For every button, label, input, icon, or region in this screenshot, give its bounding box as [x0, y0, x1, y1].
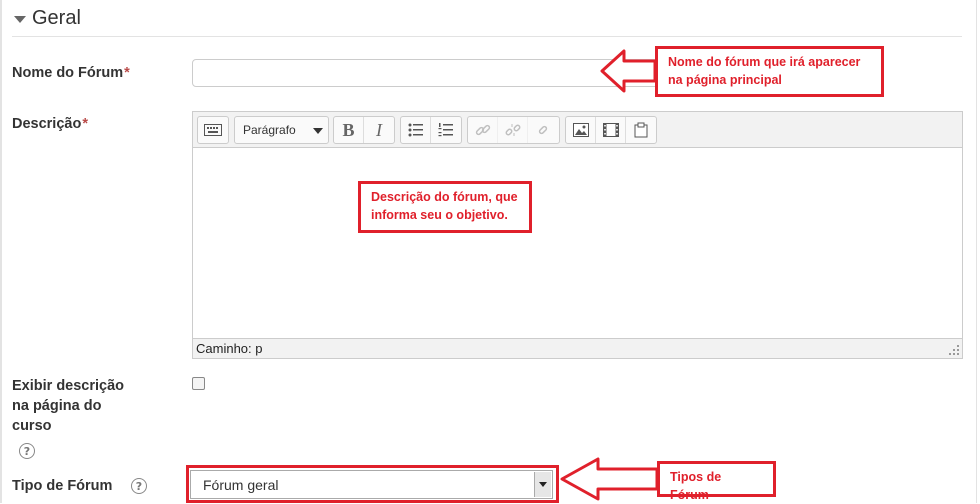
numbered-list-icon [438, 123, 453, 137]
italic-button[interactable]: I [364, 117, 394, 143]
toolbar-group-links [467, 116, 560, 144]
anchor-button[interactable] [528, 117, 558, 143]
description-annotation-line1: Descrição do fórum, que [371, 190, 518, 204]
anchor-icon [538, 125, 548, 135]
section-divider [12, 36, 962, 37]
bullet-list-icon [408, 123, 423, 137]
name-annotation-line1: Nome do fórum que irá aparecer [668, 55, 861, 69]
toolbar-group-toggle [197, 116, 229, 144]
show-description-checkbox[interactable] [192, 377, 205, 390]
media-button[interactable] [596, 117, 626, 143]
paste-button[interactable] [626, 117, 656, 143]
forum-type-label: Tipo de Fórum [12, 478, 113, 494]
resize-handle-icon[interactable] [948, 344, 960, 356]
name-annotation: Nome do fórum que irá aparecer na página… [655, 46, 884, 97]
forum-name-label-text: Nome do Fórum [12, 65, 124, 81]
bold-button[interactable]: B [334, 117, 364, 143]
description-annotation: Descrição do fórum, que informa seu o ob… [358, 181, 532, 233]
editor-toolbar: Parágrafo B I [193, 112, 962, 148]
bullet-list-button[interactable] [401, 117, 431, 143]
keyboard-icon[interactable] [198, 117, 228, 143]
required-mark: * [82, 116, 88, 132]
show-description-label: Exibir descrição na página do curso [12, 376, 124, 436]
description-annotation-line2: informa seu o objetivo. [371, 208, 508, 222]
media-icon [602, 123, 619, 137]
editor-status-bar: Caminho: p [193, 338, 962, 358]
link-icon [475, 124, 490, 136]
required-mark: * [124, 65, 130, 81]
section-title: Geral [32, 6, 81, 29]
forum-name-label: Nome do Fórum* [12, 63, 130, 83]
editor-path: Caminho: p [196, 341, 263, 356]
left-border [0, 0, 2, 503]
section-header-geral[interactable]: Geral [14, 4, 81, 32]
bold-icon: B [342, 119, 355, 140]
arrow-left-icon [600, 49, 657, 93]
toolbar-group-style: B I [333, 116, 395, 144]
editor-content-area[interactable] [193, 148, 962, 338]
format-select-value: Parágrafo [243, 123, 296, 137]
unlink-button[interactable] [498, 117, 528, 143]
show-description-label-line2: na página do [12, 398, 102, 414]
numbered-list-button[interactable] [431, 117, 461, 143]
paragraph-format-select[interactable]: Parágrafo [234, 116, 329, 144]
toolbar-group-media [565, 116, 657, 144]
paste-icon [634, 122, 648, 138]
right-border [976, 0, 977, 503]
italic-icon: I [376, 119, 382, 140]
forum-type-highlight [186, 465, 559, 503]
description-label: Descrição* [12, 114, 88, 134]
description-editor[interactable]: Parágrafo B I Caminho: p [192, 111, 963, 359]
show-description-label-line1: Exibir descrição [12, 378, 125, 394]
type-annotation-text: Tipos de Fórum [670, 470, 722, 502]
type-annotation: Tipos de Fórum [657, 461, 776, 502]
link-button[interactable] [468, 117, 498, 143]
unlink-icon [505, 124, 520, 136]
toolbar-group-lists [400, 116, 462, 144]
help-icon[interactable]: ? [19, 443, 35, 459]
collapse-caret-icon[interactable] [14, 15, 26, 23]
image-button[interactable] [566, 117, 596, 143]
arrow-left-icon [560, 457, 659, 501]
image-icon [572, 123, 589, 137]
description-label-text: Descrição [12, 116, 82, 132]
show-description-label-line3: curso [12, 418, 52, 434]
help-icon[interactable]: ? [131, 478, 147, 494]
name-annotation-line2: na página principal [668, 73, 782, 87]
chevron-down-icon [313, 128, 323, 134]
